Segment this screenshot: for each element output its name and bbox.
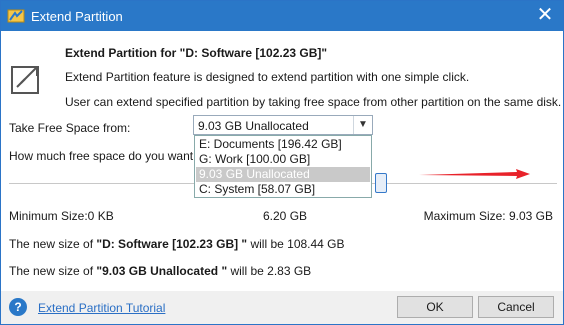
extend-arrows-icon — [11, 66, 39, 94]
description-panel: Extend Partition for "D: Software [102.2… — [1, 31, 563, 113]
help-icon[interactable]: ? — [9, 298, 27, 316]
new-size-line-1: The new size of "D: Software [102.23 GB]… — [9, 237, 345, 251]
how-much-label: How much free space do you want — [9, 149, 194, 163]
description-line-2: User can extend specified partition by t… — [65, 95, 562, 109]
dialog-heading: Extend Partition for "D: Software [102.2… — [65, 46, 328, 60]
ok-button[interactable]: OK — [397, 296, 473, 318]
red-arrow-annotation — [419, 169, 530, 179]
dropdown-option-selected[interactable]: 9.03 GB Unallocated — [196, 167, 370, 182]
close-icon[interactable]: ✕ — [533, 3, 557, 27]
tutorial-link[interactable]: Extend Partition Tutorial — [38, 301, 165, 315]
new-size-suffix: will be 108.44 GB — [247, 237, 345, 251]
new-size-prefix: The new size of — [9, 237, 97, 251]
description-line-1: Extend Partition feature is designed to … — [65, 70, 470, 84]
new-size-suffix: will be 2.83 GB — [227, 264, 312, 278]
take-free-space-select[interactable]: 9.03 GB Unallocated ▼ — [193, 115, 373, 135]
chevron-down-icon[interactable]: ▼ — [353, 116, 372, 134]
window-title: Extend Partition — [31, 9, 123, 24]
current-size-label: 6.20 GB — [263, 209, 308, 223]
dropdown-option[interactable]: G: Work [100.00 GB] — [196, 152, 370, 167]
dropdown-option[interactable]: E: Documents [196.42 GB] — [196, 137, 370, 152]
extend-partition-dialog: Extend Partition ✕ Extend Partition for … — [0, 0, 564, 325]
selected-value: 9.03 GB Unallocated — [198, 119, 309, 133]
partition-name: "9.03 GB Unallocated " — [96, 264, 228, 278]
size-slider-handle[interactable] — [375, 173, 387, 193]
partition-name: "D: Software [102.23 GB] " — [96, 237, 248, 251]
new-size-prefix: The new size of — [9, 264, 97, 278]
take-free-space-label: Take Free Space from: — [9, 121, 131, 135]
partition-app-icon — [7, 9, 25, 23]
cancel-button[interactable]: Cancel — [478, 296, 554, 318]
title-bar: Extend Partition ✕ — [1, 1, 563, 31]
minimum-size-label: Minimum Size:0 KB — [9, 209, 114, 223]
dropdown-option[interactable]: C: System [58.07 GB] — [196, 182, 370, 197]
take-free-space-dropdown: E: Documents [196.42 GB] G: Work [100.00… — [194, 135, 372, 198]
maximum-size-label: Maximum Size: 9.03 GB — [423, 209, 553, 223]
new-size-line-2: The new size of "9.03 GB Unallocated " w… — [9, 264, 311, 278]
